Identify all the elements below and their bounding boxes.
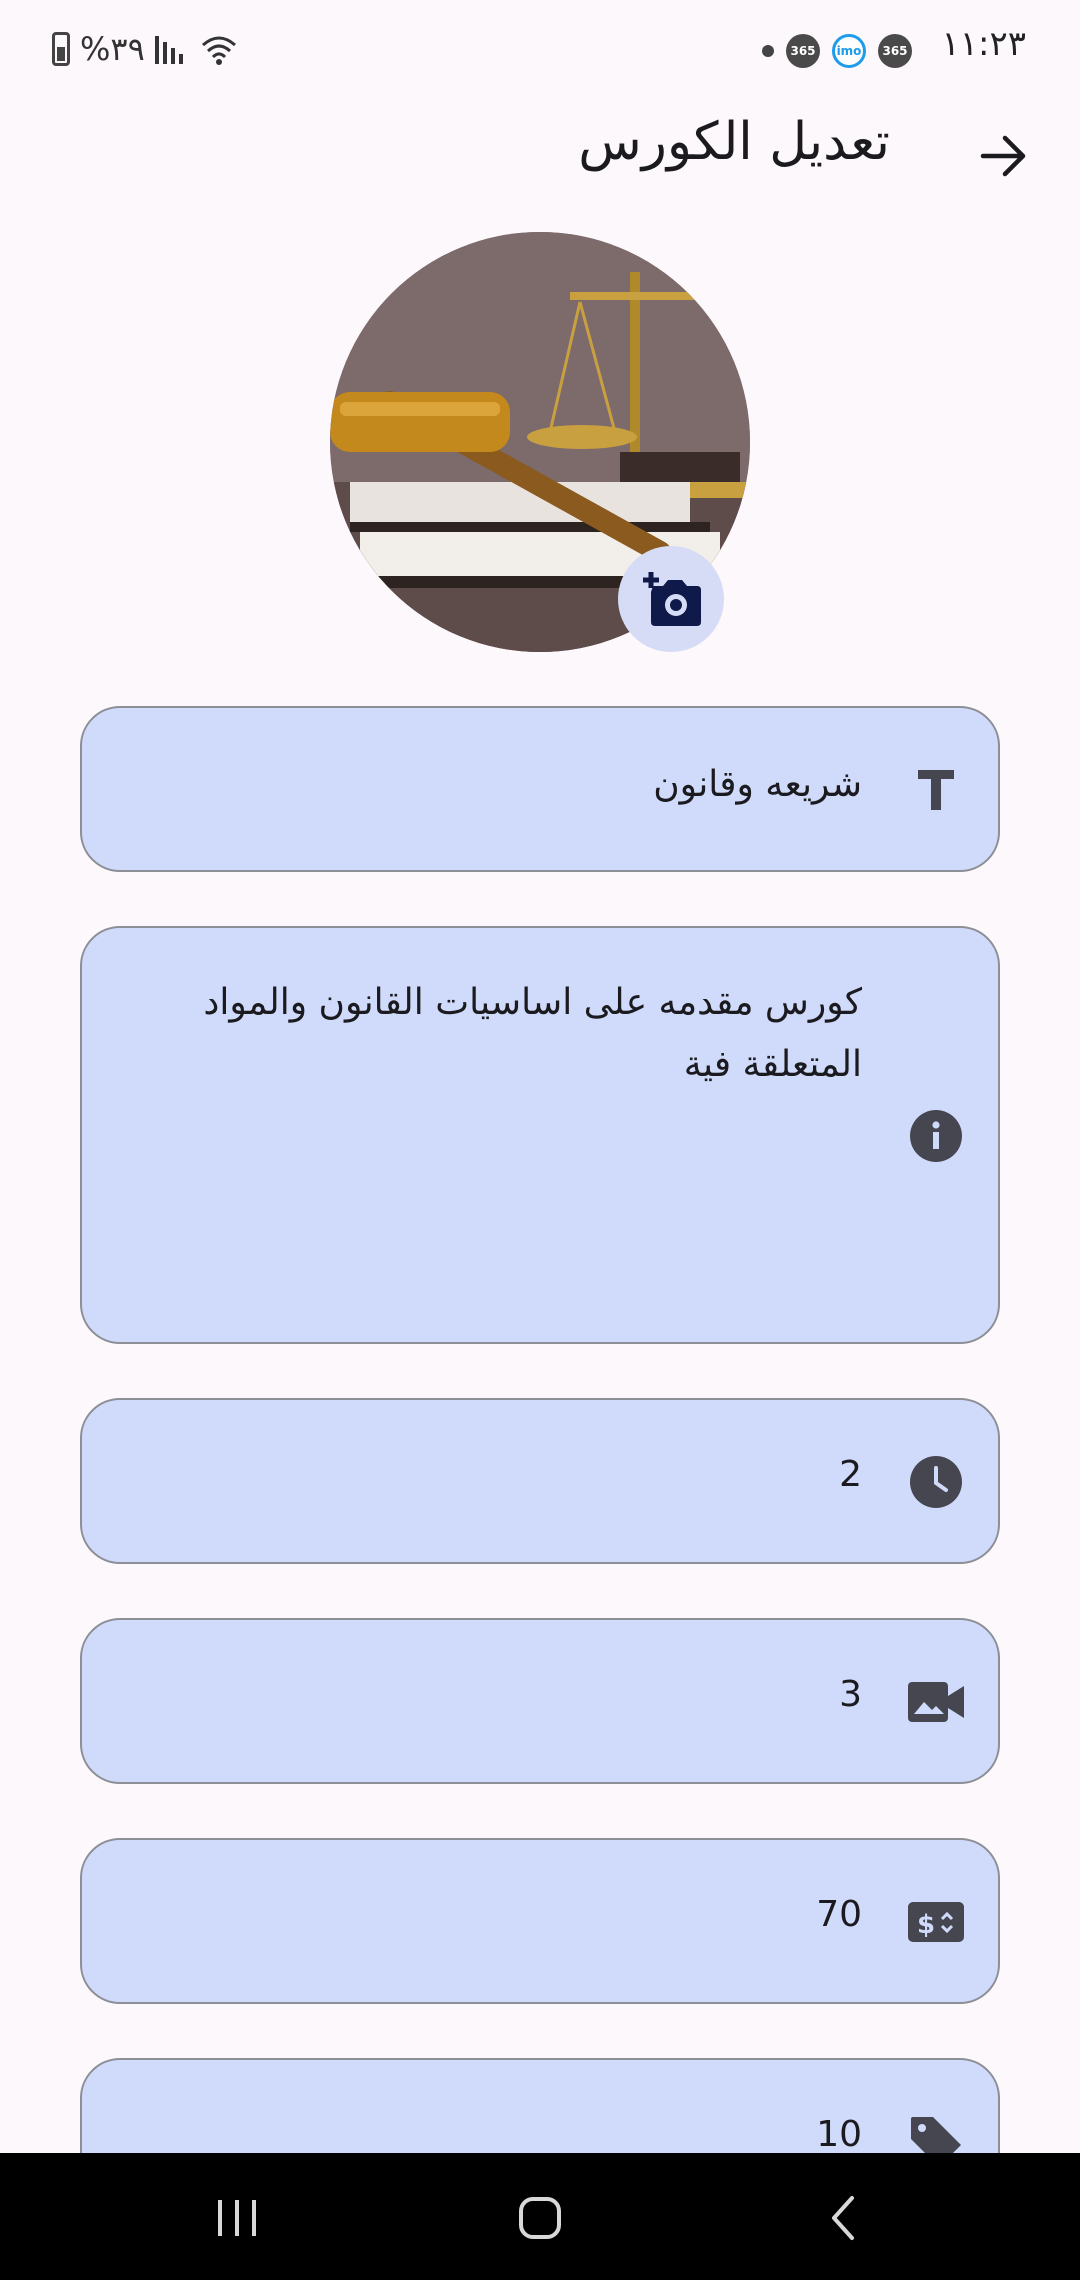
- course-price-field[interactable]: $ 70: [80, 1838, 1000, 2004]
- info-icon: [908, 1108, 964, 1164]
- app-badge-365: 365: [786, 34, 820, 68]
- notification-dot: [762, 45, 774, 57]
- course-videos-value: 3: [839, 1674, 862, 1715]
- arrow-forward-icon[interactable]: [976, 128, 1032, 184]
- course-price-value: 70: [816, 1894, 862, 1935]
- title-icon: [908, 762, 964, 818]
- clock: ١١:٢٣: [941, 24, 1026, 64]
- add-photo-button[interactable]: [618, 546, 724, 652]
- app-badge-imo: imo: [832, 34, 866, 68]
- course-description-field[interactable]: كورس مقدمه على اساسيات القانون والمواد ا…: [80, 926, 1000, 1344]
- video-icon: [908, 1674, 964, 1730]
- wifi-icon: [201, 36, 236, 65]
- course-name-field[interactable]: شريعه وقانون: [80, 706, 1000, 872]
- notification-badges: 365 imo 365: [742, 34, 912, 68]
- course-description-value: كورس مقدمه على اساسيات القانون والمواد ا…: [203, 982, 862, 1085]
- add-photo-icon: [643, 572, 701, 626]
- home-icon[interactable]: [505, 2183, 575, 2253]
- course-videos-field[interactable]: 3: [80, 1618, 1000, 1784]
- price-icon: $: [908, 1894, 964, 1950]
- course-hours-field[interactable]: 2: [80, 1398, 1000, 1564]
- app-badge-365: 365: [878, 34, 912, 68]
- back-icon[interactable]: [808, 2183, 878, 2253]
- signal-icon: [154, 36, 183, 64]
- battery-icon: [52, 32, 70, 66]
- course-hours-value: 2: [839, 1454, 862, 1495]
- clock-icon: [908, 1454, 964, 1510]
- svg-text:$: $: [917, 1910, 935, 1940]
- recents-icon[interactable]: [202, 2183, 272, 2253]
- status-bar: %٣٩ 365 imo 365 ١١:٢٣: [0, 0, 1080, 100]
- status-left: %٣٩: [52, 30, 239, 68]
- course-name-value: شريعه وقانون: [653, 764, 862, 805]
- system-navigation-bar: [0, 2153, 1080, 2280]
- battery-level: %٣٩: [80, 30, 145, 68]
- page-title: تعديل الكورس: [578, 112, 890, 172]
